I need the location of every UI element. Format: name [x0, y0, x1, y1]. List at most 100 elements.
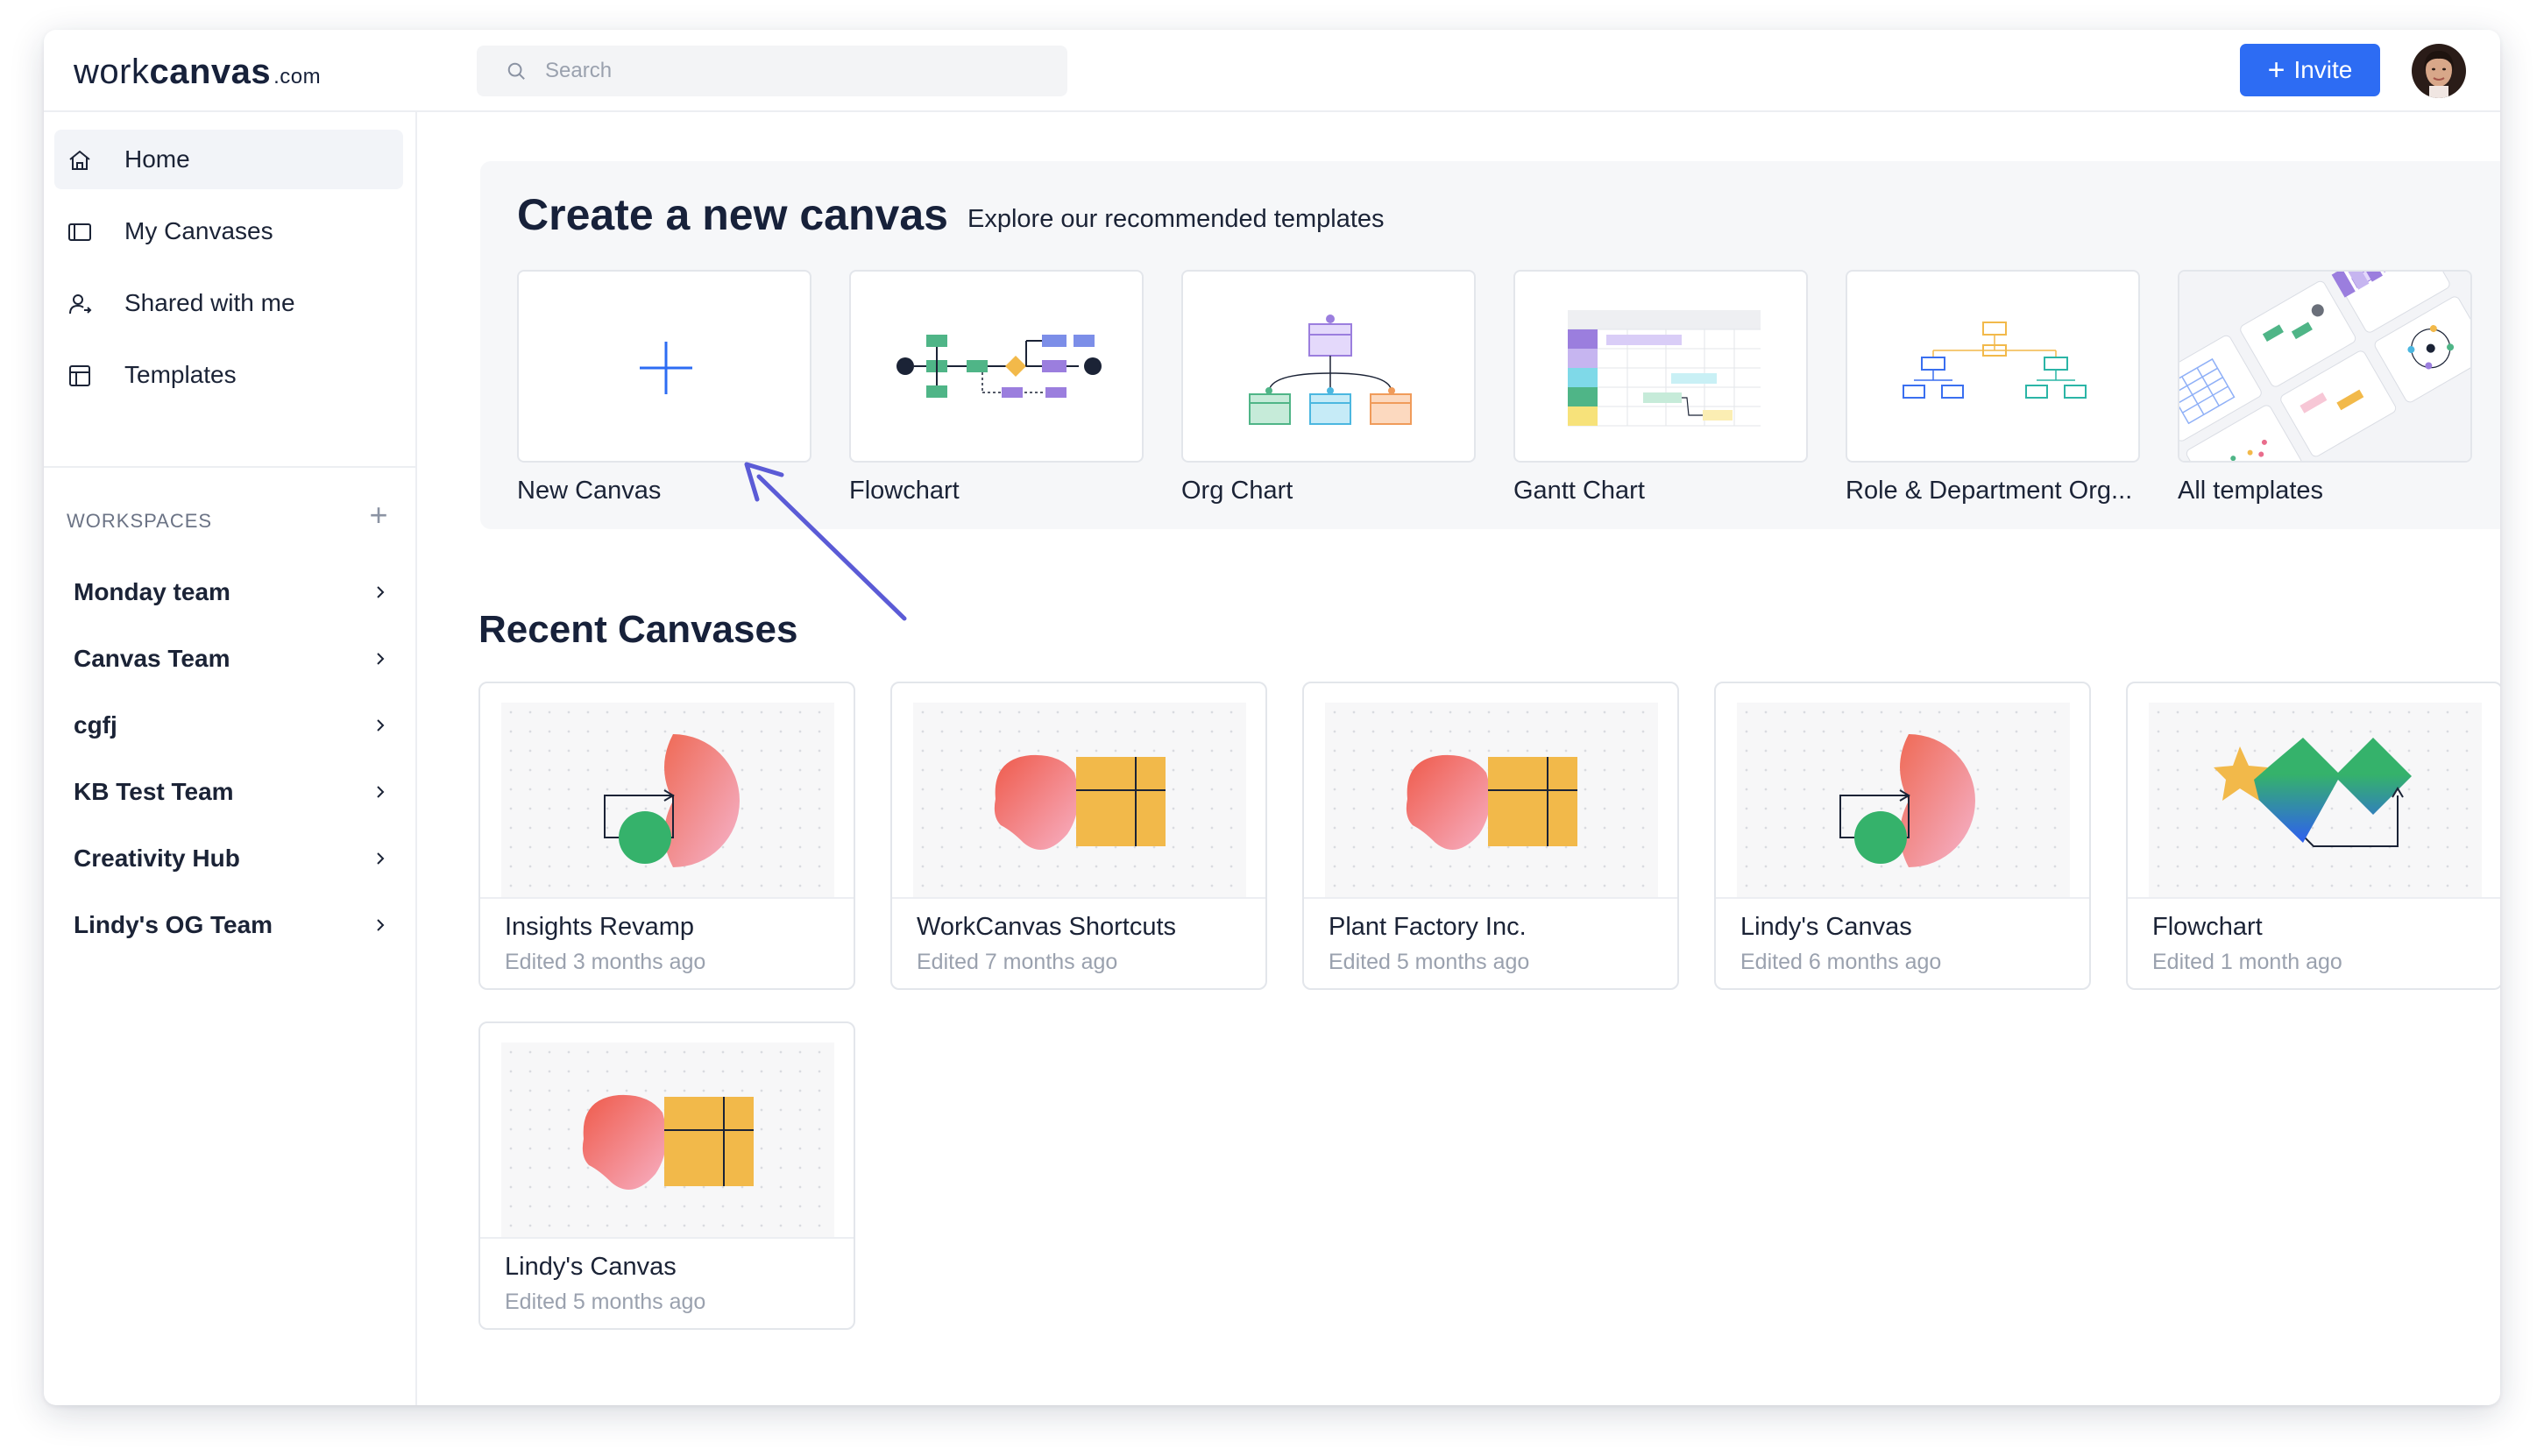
- search-input[interactable]: [545, 54, 1036, 88]
- recent-canvas-card[interactable]: Insights Revamp Edited 3 months ago: [478, 682, 855, 990]
- template-all-templates[interactable]: All templates: [2178, 270, 2472, 505]
- sidebar-item-home[interactable]: Home: [54, 130, 403, 189]
- chevron-right-icon: [372, 650, 389, 668]
- create-canvas-panel: Create a new canvas Explore our recommen…: [480, 161, 2500, 529]
- main-content: Create a new canvas Explore our recommen…: [419, 112, 2500, 1405]
- card-divider: [2128, 897, 2500, 899]
- canvas-edited-date: Edited 3 months ago: [505, 950, 705, 975]
- gantt-chart-illustration: [1515, 272, 1808, 463]
- user-share-icon: [67, 291, 93, 317]
- create-canvas-title: Create a new canvas: [517, 189, 948, 240]
- canvas-edited-date: Edited 1 month ago: [2152, 950, 2342, 975]
- template-label: New Canvas: [517, 477, 811, 505]
- recent-canvases-title: Recent Canvases: [478, 608, 797, 652]
- logo-text-dotcom: .com: [273, 65, 321, 88]
- search-bar[interactable]: [477, 46, 1067, 96]
- create-canvas-subtitle: Explore our recommended templates: [967, 205, 1385, 234]
- star-diamonds-illustration: [2149, 703, 2482, 897]
- canvas-icon: [67, 219, 93, 245]
- canvas-thumbnail: [913, 703, 1246, 897]
- recent-canvas-card[interactable]: WorkCanvas Shortcuts Edited 7 months ago: [890, 682, 1267, 990]
- workspace-item-lindys-og-team[interactable]: Lindy's OG Team: [74, 901, 398, 950]
- card-divider: [480, 1237, 854, 1239]
- chevron-right-icon: [372, 783, 389, 801]
- logo[interactable]: workcanvas.com: [74, 53, 321, 92]
- template-org-chart[interactable]: Org Chart: [1181, 270, 1476, 505]
- workspace-item-kb-test-team[interactable]: KB Test Team: [74, 767, 398, 816]
- add-workspace-button[interactable]: +: [359, 496, 398, 534]
- workspace-label: cgfj: [74, 711, 117, 739]
- canvas-thumbnail: [1737, 703, 2070, 897]
- recent-canvas-card[interactable]: Flowchart Edited 1 month ago: [2126, 682, 2500, 990]
- sidebar-item-my-canvases[interactable]: My Canvases: [54, 201, 403, 261]
- template-thumbnail[interactable]: [849, 270, 1144, 463]
- app-window: workcanvas.com + Invite: [44, 30, 2500, 1405]
- workspace-item-cgfj[interactable]: cgfj: [74, 701, 398, 750]
- canvas-edited-date: Edited 7 months ago: [917, 950, 1117, 975]
- chevron-right-icon: [372, 717, 389, 734]
- canvas-name: Lindy's Canvas: [505, 1253, 677, 1282]
- top-bar: workcanvas.com + Invite: [44, 30, 2500, 112]
- sidebar-item-label: Templates: [124, 361, 237, 389]
- template-thumbnail[interactable]: [1181, 270, 1476, 463]
- card-divider: [892, 897, 1265, 899]
- sidebar-item-templates[interactable]: Templates: [54, 345, 403, 405]
- search-icon: [507, 61, 526, 81]
- workspace-label: Creativity Hub: [74, 845, 240, 873]
- recent-canvas-card[interactable]: Lindy's Canvas Edited 5 months ago: [478, 1021, 855, 1330]
- chevron-right-icon: [372, 916, 389, 934]
- canvas-name: Plant Factory Inc.: [1329, 913, 1527, 942]
- flowchart-illustration: [851, 272, 1144, 463]
- template-label: Flowchart: [849, 477, 1144, 505]
- plus-icon: +: [2268, 55, 2285, 85]
- canvas-name: Lindy's Canvas: [1740, 913, 1912, 942]
- canvas-thumbnail: [501, 703, 834, 897]
- invite-button[interactable]: + Invite: [2240, 44, 2380, 96]
- logo-text-canvas: canvas: [149, 53, 271, 91]
- logo-text-work: work: [74, 53, 149, 91]
- card-divider: [1304, 897, 1677, 899]
- workspace-label: KB Test Team: [74, 778, 234, 806]
- sidebar: Home My Canvases Shared with me Template…: [44, 112, 417, 1405]
- template-label: Gantt Chart: [1513, 477, 1808, 505]
- template-role-department-org[interactable]: Role & Department Org...: [1846, 270, 2140, 505]
- sidebar-divider: [44, 466, 417, 468]
- workspace-label: Canvas Team: [74, 645, 230, 673]
- home-icon: [67, 147, 93, 173]
- workspace-item-monday-team[interactable]: Monday team: [74, 568, 398, 617]
- template-icon: [67, 363, 93, 389]
- blob-grid-illustration: [913, 703, 1246, 897]
- sidebar-item-label: My Canvases: [124, 217, 273, 245]
- user-avatar[interactable]: [2412, 44, 2466, 98]
- workspace-label: Monday team: [74, 578, 230, 606]
- canvas-edited-date: Edited 5 months ago: [505, 1290, 705, 1315]
- plus-icon: [519, 272, 811, 463]
- invite-label: Invite: [2293, 56, 2352, 84]
- sidebar-item-label: Shared with me: [124, 289, 295, 317]
- recent-canvas-card[interactable]: Plant Factory Inc. Edited 5 months ago: [1302, 682, 1679, 990]
- blob-grid-illustration: [501, 1043, 834, 1237]
- shapes-circle-illustration: [1737, 703, 2070, 897]
- role-org-illustration: [1847, 272, 2140, 463]
- template-gantt-chart[interactable]: Gantt Chart: [1513, 270, 1808, 505]
- template-new-canvas[interactable]: New Canvas: [517, 270, 811, 505]
- template-thumbnail[interactable]: [2178, 270, 2472, 463]
- workspaces-header: WORKSPACES: [67, 510, 212, 533]
- template-label: Org Chart: [1181, 477, 1476, 505]
- template-label: Role & Department Org...: [1846, 477, 2140, 505]
- card-divider: [480, 897, 854, 899]
- avatar-photo: [2412, 44, 2466, 98]
- recent-canvas-card[interactable]: Lindy's Canvas Edited 6 months ago: [1714, 682, 2091, 990]
- template-flowchart[interactable]: Flowchart: [849, 270, 1144, 505]
- card-divider: [1716, 897, 2089, 899]
- template-thumbnail[interactable]: [1513, 270, 1808, 463]
- chevron-right-icon: [372, 850, 389, 867]
- sidebar-item-shared-with-me[interactable]: Shared with me: [54, 273, 403, 333]
- template-thumbnail[interactable]: [517, 270, 811, 463]
- workspace-item-creativity-hub[interactable]: Creativity Hub: [74, 834, 398, 883]
- workspace-label: Lindy's OG Team: [74, 911, 273, 939]
- org-chart-illustration: [1183, 272, 1476, 463]
- template-label: All templates: [2178, 477, 2472, 505]
- workspace-item-canvas-team[interactable]: Canvas Team: [74, 634, 398, 683]
- template-thumbnail[interactable]: [1846, 270, 2140, 463]
